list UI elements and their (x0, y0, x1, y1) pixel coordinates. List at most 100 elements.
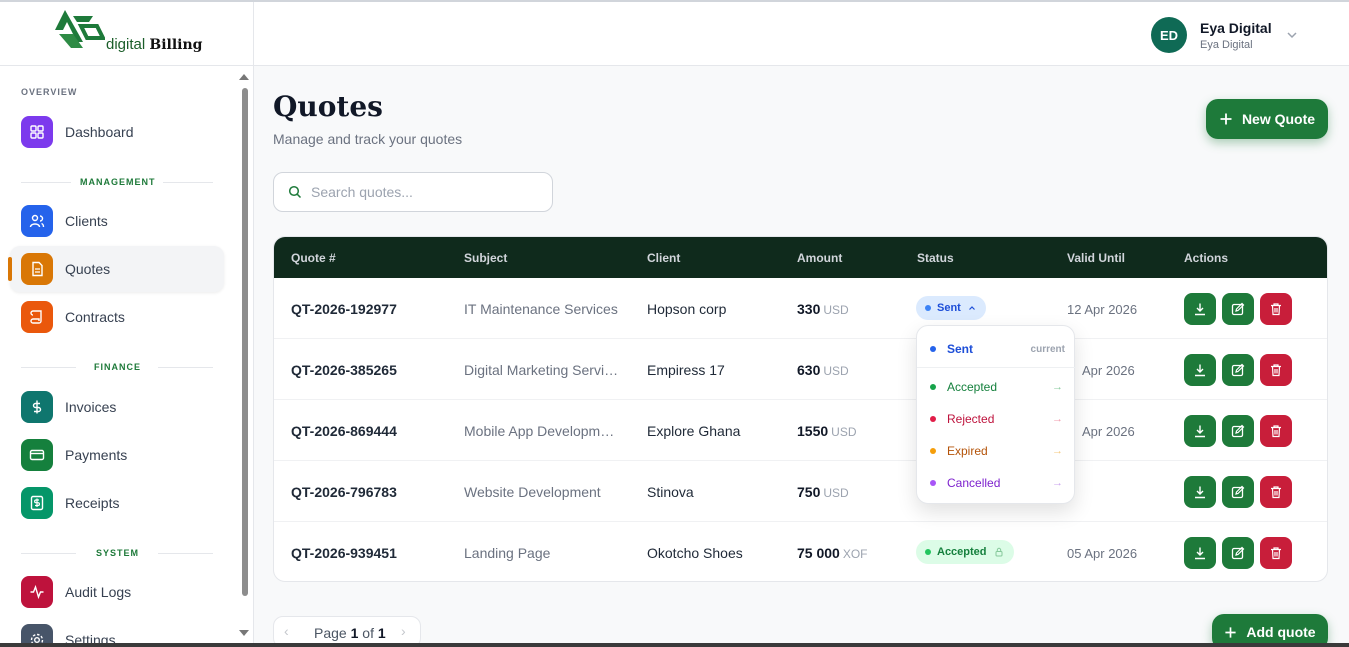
sidebar-item-label: Contracts (65, 309, 125, 325)
chevron-down-icon[interactable] (1286, 29, 1298, 41)
sidebar-item-payments[interactable]: Payments (10, 432, 224, 478)
chevron-right-icon[interactable]: › (401, 623, 406, 639)
sidebar: OVERVIEW Dashboard MANAGEMENT Clients Qu… (0, 66, 254, 647)
column-header: Status (917, 251, 954, 265)
section-finance: FINANCE (94, 362, 141, 372)
quote-amount: 1550 USD (797, 423, 857, 439)
sidebar-item-invoices[interactable]: Invoices (10, 384, 224, 430)
table-row[interactable]: QT-2026-796783 Website Development Stino… (274, 461, 1327, 522)
sidebar-scrollbar[interactable] (238, 72, 250, 642)
delete-button[interactable] (1260, 415, 1292, 447)
download-icon (1195, 547, 1205, 560)
arrow-right-icon: → (1052, 477, 1063, 489)
sidebar-item-dashboard[interactable]: Dashboard (10, 109, 224, 155)
quote-amount: 75 000 XOF (797, 545, 868, 561)
sidebar-item-audit-logs[interactable]: Audit Logs (10, 569, 224, 615)
arrow-right-icon: → (1052, 381, 1063, 393)
logo[interactable]: digital Billing (0, 2, 254, 66)
scroll-down-icon[interactable] (239, 630, 249, 636)
edit-icon (1231, 302, 1245, 316)
status-badge[interactable]: Sent (916, 296, 986, 320)
divider (917, 367, 1076, 368)
user-name: Eya Digital (1200, 19, 1272, 36)
chevron-left-icon[interactable]: ‹ (284, 623, 289, 639)
quote-amount: 750 USD (797, 484, 849, 500)
status-option-cancelled[interactable]: Cancelled → (917, 469, 1076, 497)
quote-number[interactable]: QT-2026-385265 (291, 362, 397, 378)
search-icon (288, 185, 302, 199)
quote-number[interactable]: QT-2026-796783 (291, 484, 397, 500)
edit-icon (1231, 485, 1245, 499)
arrow-right-icon: → (1052, 445, 1063, 457)
plus-icon (1220, 113, 1232, 125)
status-option-rejected[interactable]: Rejected → (917, 405, 1076, 433)
search-input[interactable]: Search quotes... (273, 172, 553, 212)
download-icon (1195, 425, 1205, 438)
status-option-sent[interactable]: Sent current (917, 335, 1076, 363)
status-option-expired[interactable]: Expired → (917, 437, 1076, 465)
column-header: Amount (797, 251, 843, 265)
sidebar-item-label: Audit Logs (65, 584, 132, 600)
status-option-accepted[interactable]: Accepted → (917, 373, 1076, 401)
table-row[interactable]: QT-2026-385265 Digital Marketing Service… (274, 339, 1327, 400)
quote-number[interactable]: QT-2026-939451 (291, 545, 397, 561)
chevron-up-icon (968, 306, 975, 310)
arrow-right-icon: → (1052, 413, 1063, 425)
active-indicator (8, 257, 12, 281)
quote-subject: Landing Page (464, 545, 551, 561)
section-system: SYSTEM (96, 548, 140, 558)
trash-icon (1271, 547, 1281, 560)
logo-text: digital Billing (106, 36, 203, 53)
sidebar-item-label: Dashboard (65, 124, 134, 140)
sidebar-item-label: Invoices (65, 399, 117, 415)
table-row[interactable]: QT-2026-192977 IT Maintenance Services H… (274, 278, 1327, 339)
quote-number[interactable]: QT-2026-192977 (291, 301, 397, 317)
new-quote-label: New Quote (1241, 111, 1316, 127)
quote-client: Explore Ghana (647, 423, 741, 439)
sidebar-item-clients[interactable]: Clients (10, 198, 224, 244)
quote-client: Okotcho Shoes (647, 545, 743, 561)
avatar: ED (1151, 17, 1187, 53)
valid-until: Apr 2026 (1082, 424, 1135, 439)
trash-icon (1271, 486, 1281, 499)
sidebar-item-label: Clients (65, 213, 108, 229)
edit-icon (1231, 363, 1245, 377)
table-row[interactable]: QT-2026-939451 Landing Page Okotcho Shoe… (274, 522, 1327, 581)
trash-icon (1271, 425, 1281, 438)
delete-button[interactable] (1260, 476, 1292, 508)
quote-subject: Digital Marketing Services (464, 362, 619, 378)
quote-amount: 630 USD (797, 362, 849, 378)
edit-button[interactable] (1222, 476, 1254, 508)
scroll-thumb[interactable] (242, 88, 248, 596)
download-button[interactable] (1184, 293, 1216, 325)
delete-button[interactable] (1260, 354, 1292, 386)
activity-icon (21, 576, 53, 608)
edit-button[interactable] (1222, 354, 1254, 386)
edit-button[interactable] (1222, 537, 1254, 569)
edit-button[interactable] (1222, 293, 1254, 325)
quote-number[interactable]: QT-2026-869444 (291, 423, 397, 439)
user-menu[interactable]: ED Eya Digital Eya Digital (1151, 17, 1272, 53)
table-header: Quote # Subject Client Amount Status Val… (274, 237, 1327, 278)
sidebar-item-contracts[interactable]: Contracts (10, 294, 224, 340)
receipt-icon (21, 487, 53, 519)
download-button[interactable] (1184, 476, 1216, 508)
download-button[interactable] (1184, 537, 1216, 569)
search-placeholder: Search quotes... (311, 184, 413, 200)
sidebar-item-receipts[interactable]: Receipts (10, 480, 224, 526)
sidebar-item-quotes[interactable]: Quotes (10, 246, 224, 292)
delete-button[interactable] (1260, 293, 1292, 325)
sidebar-item-label: Quotes (65, 261, 111, 277)
top-bar: digital Billing ED Eya Digital Eya Digit… (0, 0, 1349, 66)
download-button[interactable] (1184, 354, 1216, 386)
taskbar-edge (0, 643, 1349, 647)
delete-button[interactable] (1260, 537, 1292, 569)
column-header: Valid Until (1067, 251, 1126, 265)
new-quote-button[interactable]: New Quote (1206, 99, 1328, 139)
scroll-up-icon[interactable] (239, 74, 249, 80)
edit-button[interactable] (1222, 415, 1254, 447)
table-row[interactable]: QT-2026-869444 Mobile App Development Ex… (274, 400, 1327, 461)
download-button[interactable] (1184, 415, 1216, 447)
status-badge[interactable]: Accepted (916, 540, 1014, 564)
trash-icon (1271, 303, 1281, 316)
